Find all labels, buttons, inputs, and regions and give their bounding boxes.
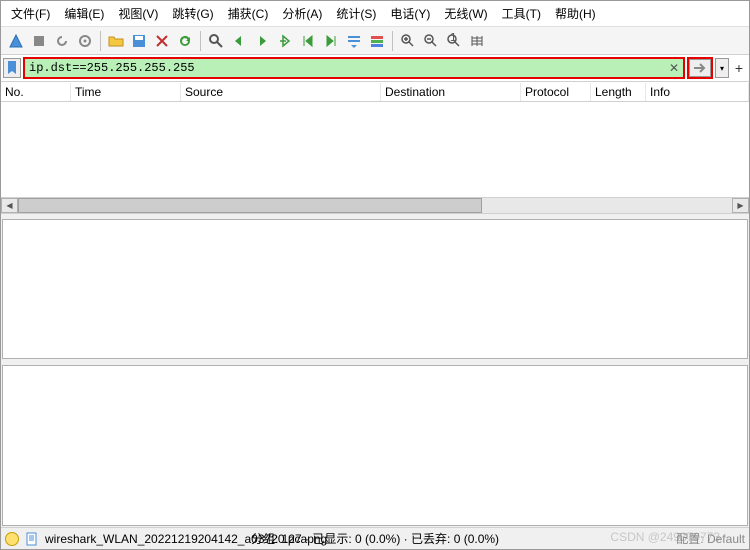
status-bar: wireshark_WLAN_20221219204142_a03720.pca…: [1, 527, 749, 549]
menu-help[interactable]: 帮助(H): [549, 3, 602, 24]
menu-wireless[interactable]: 无线(W): [438, 3, 493, 24]
restart-capture-icon[interactable]: [51, 30, 73, 52]
col-info[interactable]: Info: [646, 83, 749, 101]
menu-view[interactable]: 视图(V): [112, 3, 164, 24]
packet-details-pane[interactable]: [2, 219, 748, 359]
col-no[interactable]: No.: [1, 83, 71, 101]
splitter[interactable]: [1, 360, 749, 364]
find-packet-icon[interactable]: [205, 30, 227, 52]
col-length[interactable]: Length: [591, 83, 646, 101]
display-filter-bar: ✕ ▾ +: [1, 55, 749, 82]
apply-filter-icon[interactable]: [689, 59, 711, 77]
separator: [392, 31, 393, 51]
scroll-right-icon[interactable]: ▶: [732, 198, 749, 213]
splitter[interactable]: [1, 214, 749, 218]
filter-bookmark-icon[interactable]: [3, 58, 21, 78]
scroll-thumb[interactable]: [18, 198, 482, 213]
main-toolbar: 1: [1, 27, 749, 55]
menu-stats[interactable]: 统计(S): [330, 3, 382, 24]
open-file-icon[interactable]: [105, 30, 127, 52]
packet-list-header: No. Time Source Destination Protocol Len…: [1, 82, 749, 102]
separator: [200, 31, 201, 51]
filter-history-dropdown[interactable]: ▾: [715, 58, 729, 78]
col-source[interactable]: Source: [181, 83, 381, 101]
add-filter-button-icon[interactable]: +: [731, 60, 747, 76]
horizontal-scrollbar[interactable]: ◀ ▶: [1, 197, 749, 214]
colorize-icon[interactable]: [366, 30, 388, 52]
filter-input-highlight: ✕: [23, 57, 685, 79]
packet-list-pane[interactable]: [1, 102, 749, 197]
display-filter-input[interactable]: [25, 59, 665, 77]
capture-file-icon: [25, 532, 39, 546]
menu-tools[interactable]: 工具(T): [496, 3, 547, 24]
status-profile[interactable]: 配置: Default: [676, 530, 745, 547]
stop-capture-icon[interactable]: [28, 30, 50, 52]
reload-file-icon[interactable]: [174, 30, 196, 52]
col-protocol[interactable]: Protocol: [521, 83, 591, 101]
auto-scroll-icon[interactable]: [343, 30, 365, 52]
packet-bytes-pane[interactable]: [2, 365, 748, 526]
go-first-icon[interactable]: [297, 30, 319, 52]
expert-info-icon[interactable]: [5, 532, 19, 546]
menu-bar: 文件(F) 编辑(E) 视图(V) 跳转(G) 捕获(C) 分析(A) 统计(S…: [1, 1, 749, 27]
save-file-icon[interactable]: [128, 30, 150, 52]
menu-telephony[interactable]: 电话(Y): [384, 3, 436, 24]
close-file-icon[interactable]: [151, 30, 173, 52]
scroll-left-icon[interactable]: ◀: [1, 198, 18, 213]
resize-columns-icon[interactable]: [466, 30, 488, 52]
go-last-icon[interactable]: [320, 30, 342, 52]
menu-file[interactable]: 文件(F): [5, 3, 56, 24]
svg-text:1: 1: [450, 33, 457, 44]
menu-capture[interactable]: 捕获(C): [222, 3, 275, 24]
scroll-track[interactable]: [18, 198, 732, 213]
zoom-in-icon[interactable]: [397, 30, 419, 52]
menu-go[interactable]: 跳转(G): [166, 3, 219, 24]
clear-filter-icon[interactable]: ✕: [665, 59, 683, 77]
go-forward-icon[interactable]: [251, 30, 273, 52]
status-packet-counts: 分组: 127 · 已显示: 0 (0.0%) · 已丢弃: 0 (0.0%): [251, 530, 499, 547]
start-capture-icon[interactable]: [5, 30, 27, 52]
zoom-out-icon[interactable]: [420, 30, 442, 52]
menu-analyze[interactable]: 分析(A): [276, 3, 328, 24]
apply-filter-highlight: [687, 57, 713, 79]
col-time[interactable]: Time: [71, 83, 181, 101]
menu-edit[interactable]: 编辑(E): [58, 3, 110, 24]
capture-options-icon[interactable]: [74, 30, 96, 52]
zoom-reset-icon[interactable]: 1: [443, 30, 465, 52]
col-destination[interactable]: Destination: [381, 83, 521, 101]
go-back-icon[interactable]: [228, 30, 250, 52]
separator: [100, 31, 101, 51]
go-to-packet-icon[interactable]: [274, 30, 296, 52]
